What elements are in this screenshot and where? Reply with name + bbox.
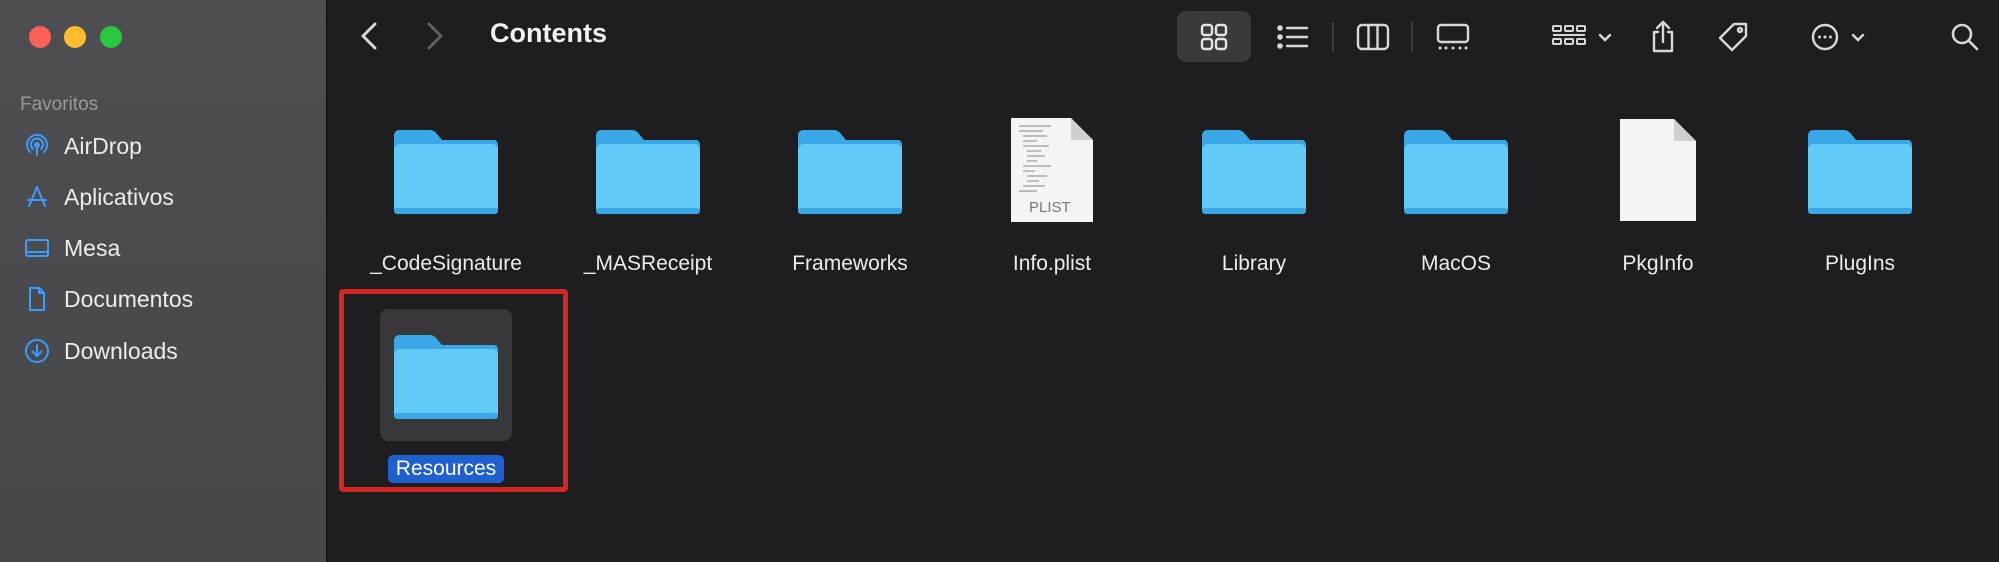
sidebar-item-documents[interactable]: Documentos (23, 279, 313, 319)
more-actions-button[interactable] (1800, 11, 1876, 62)
tag-button[interactable] (1708, 11, 1758, 62)
file-name: MacOS (1420, 252, 1491, 275)
list-view-button[interactable] (1262, 11, 1324, 62)
icon-view-icon (1200, 23, 1228, 50)
file-badge: PLIST (1029, 199, 1071, 216)
sidebar-section-title: Favoritos (20, 94, 99, 115)
applications-icon (23, 183, 51, 211)
document-file-icon (1592, 104, 1724, 236)
sidebar-item-label: Aplicativos (64, 183, 174, 210)
file-item-codesignature[interactable]: _CodeSignature (346, 104, 546, 278)
file-item-masreceipt[interactable]: _MASReceipt (548, 104, 748, 278)
file-item-pkginfo[interactable]: PkgInfo (1558, 104, 1758, 278)
downloads-icon (23, 337, 51, 365)
folder-icon (582, 104, 714, 236)
sidebar-item-airdrop[interactable]: AirDrop (23, 126, 313, 166)
back-button[interactable] (354, 18, 384, 54)
group-button[interactable] (1544, 11, 1620, 62)
search-icon (1951, 23, 1979, 50)
file-name: PlugIns (1824, 252, 1896, 275)
minimize-window-button[interactable] (64, 26, 86, 48)
sidebar: Favoritos AirDrop Aplicativos Mesa Docum… (0, 0, 327, 562)
toolbar-divider (1332, 22, 1334, 52)
file-item-library[interactable]: Library (1154, 104, 1354, 278)
share-button[interactable] (1638, 11, 1688, 62)
folder-icon (380, 104, 512, 236)
back-icon (361, 22, 377, 50)
list-view-icon (1277, 24, 1309, 49)
file-name: Resources (387, 455, 505, 483)
forward-button[interactable] (420, 18, 450, 54)
main-content: Contents _CodeSignature _MASReceipt Fram… (328, 0, 1999, 562)
gallery-view-icon (1436, 23, 1470, 49)
chevron-down-icon (1851, 33, 1865, 42)
sidebar-item-label: Mesa (64, 234, 121, 261)
toolbar: Contents (328, 0, 1999, 74)
column-view-button[interactable] (1342, 11, 1404, 62)
folder-icon (784, 104, 916, 236)
file-name: Info.plist (1012, 252, 1092, 275)
file-item-macos[interactable]: MacOS (1356, 104, 1556, 278)
sidebar-item-label: Downloads (64, 337, 178, 364)
sidebar-item-label: Documentos (64, 285, 194, 312)
window-title: Contents (490, 18, 607, 48)
finder-window: Favoritos AirDrop Aplicativos Mesa Docum… (0, 0, 1999, 562)
more-icon (1811, 23, 1839, 50)
sidebar-item-applications[interactable]: Aplicativos (23, 177, 313, 217)
search-button[interactable] (1940, 11, 1990, 62)
folder-icon (1188, 104, 1320, 236)
zoom-window-button[interactable] (100, 26, 122, 48)
file-name: PkgInfo (1622, 252, 1694, 275)
close-window-button[interactable] (29, 26, 51, 48)
share-icon (1652, 20, 1674, 52)
file-item-resources[interactable]: Resources (346, 309, 546, 483)
folder-icon (380, 309, 512, 441)
group-icon (1552, 24, 1586, 45)
plist-file-icon: PLIST (986, 104, 1118, 236)
toolbar-divider (1411, 22, 1413, 52)
folder-icon (1390, 104, 1522, 236)
column-view-icon (1356, 23, 1390, 50)
document-icon (23, 285, 51, 313)
tag-icon (1718, 22, 1748, 51)
file-name: Frameworks (792, 252, 908, 275)
sidebar-item-downloads[interactable]: Downloads (23, 331, 313, 371)
sidebar-item-desktop[interactable]: Mesa (23, 228, 313, 268)
file-name: _CodeSignature (370, 252, 522, 275)
file-item-plugins[interactable]: PlugIns (1760, 104, 1960, 278)
sidebar-item-label: AirDrop (64, 132, 142, 159)
icon-view-button[interactable] (1177, 11, 1251, 62)
gallery-view-button[interactable] (1420, 11, 1486, 62)
file-item-frameworks[interactable]: Frameworks (750, 104, 950, 278)
file-name: Library (1221, 252, 1287, 275)
file-item-info-plist[interactable]: PLIST Info.plist (952, 104, 1152, 278)
forward-icon (427, 22, 443, 50)
desktop-icon (23, 234, 51, 262)
file-name: _MASReceipt (583, 252, 713, 275)
airdrop-icon (23, 132, 51, 160)
chevron-down-icon (1598, 33, 1612, 42)
folder-icon (1794, 104, 1926, 236)
